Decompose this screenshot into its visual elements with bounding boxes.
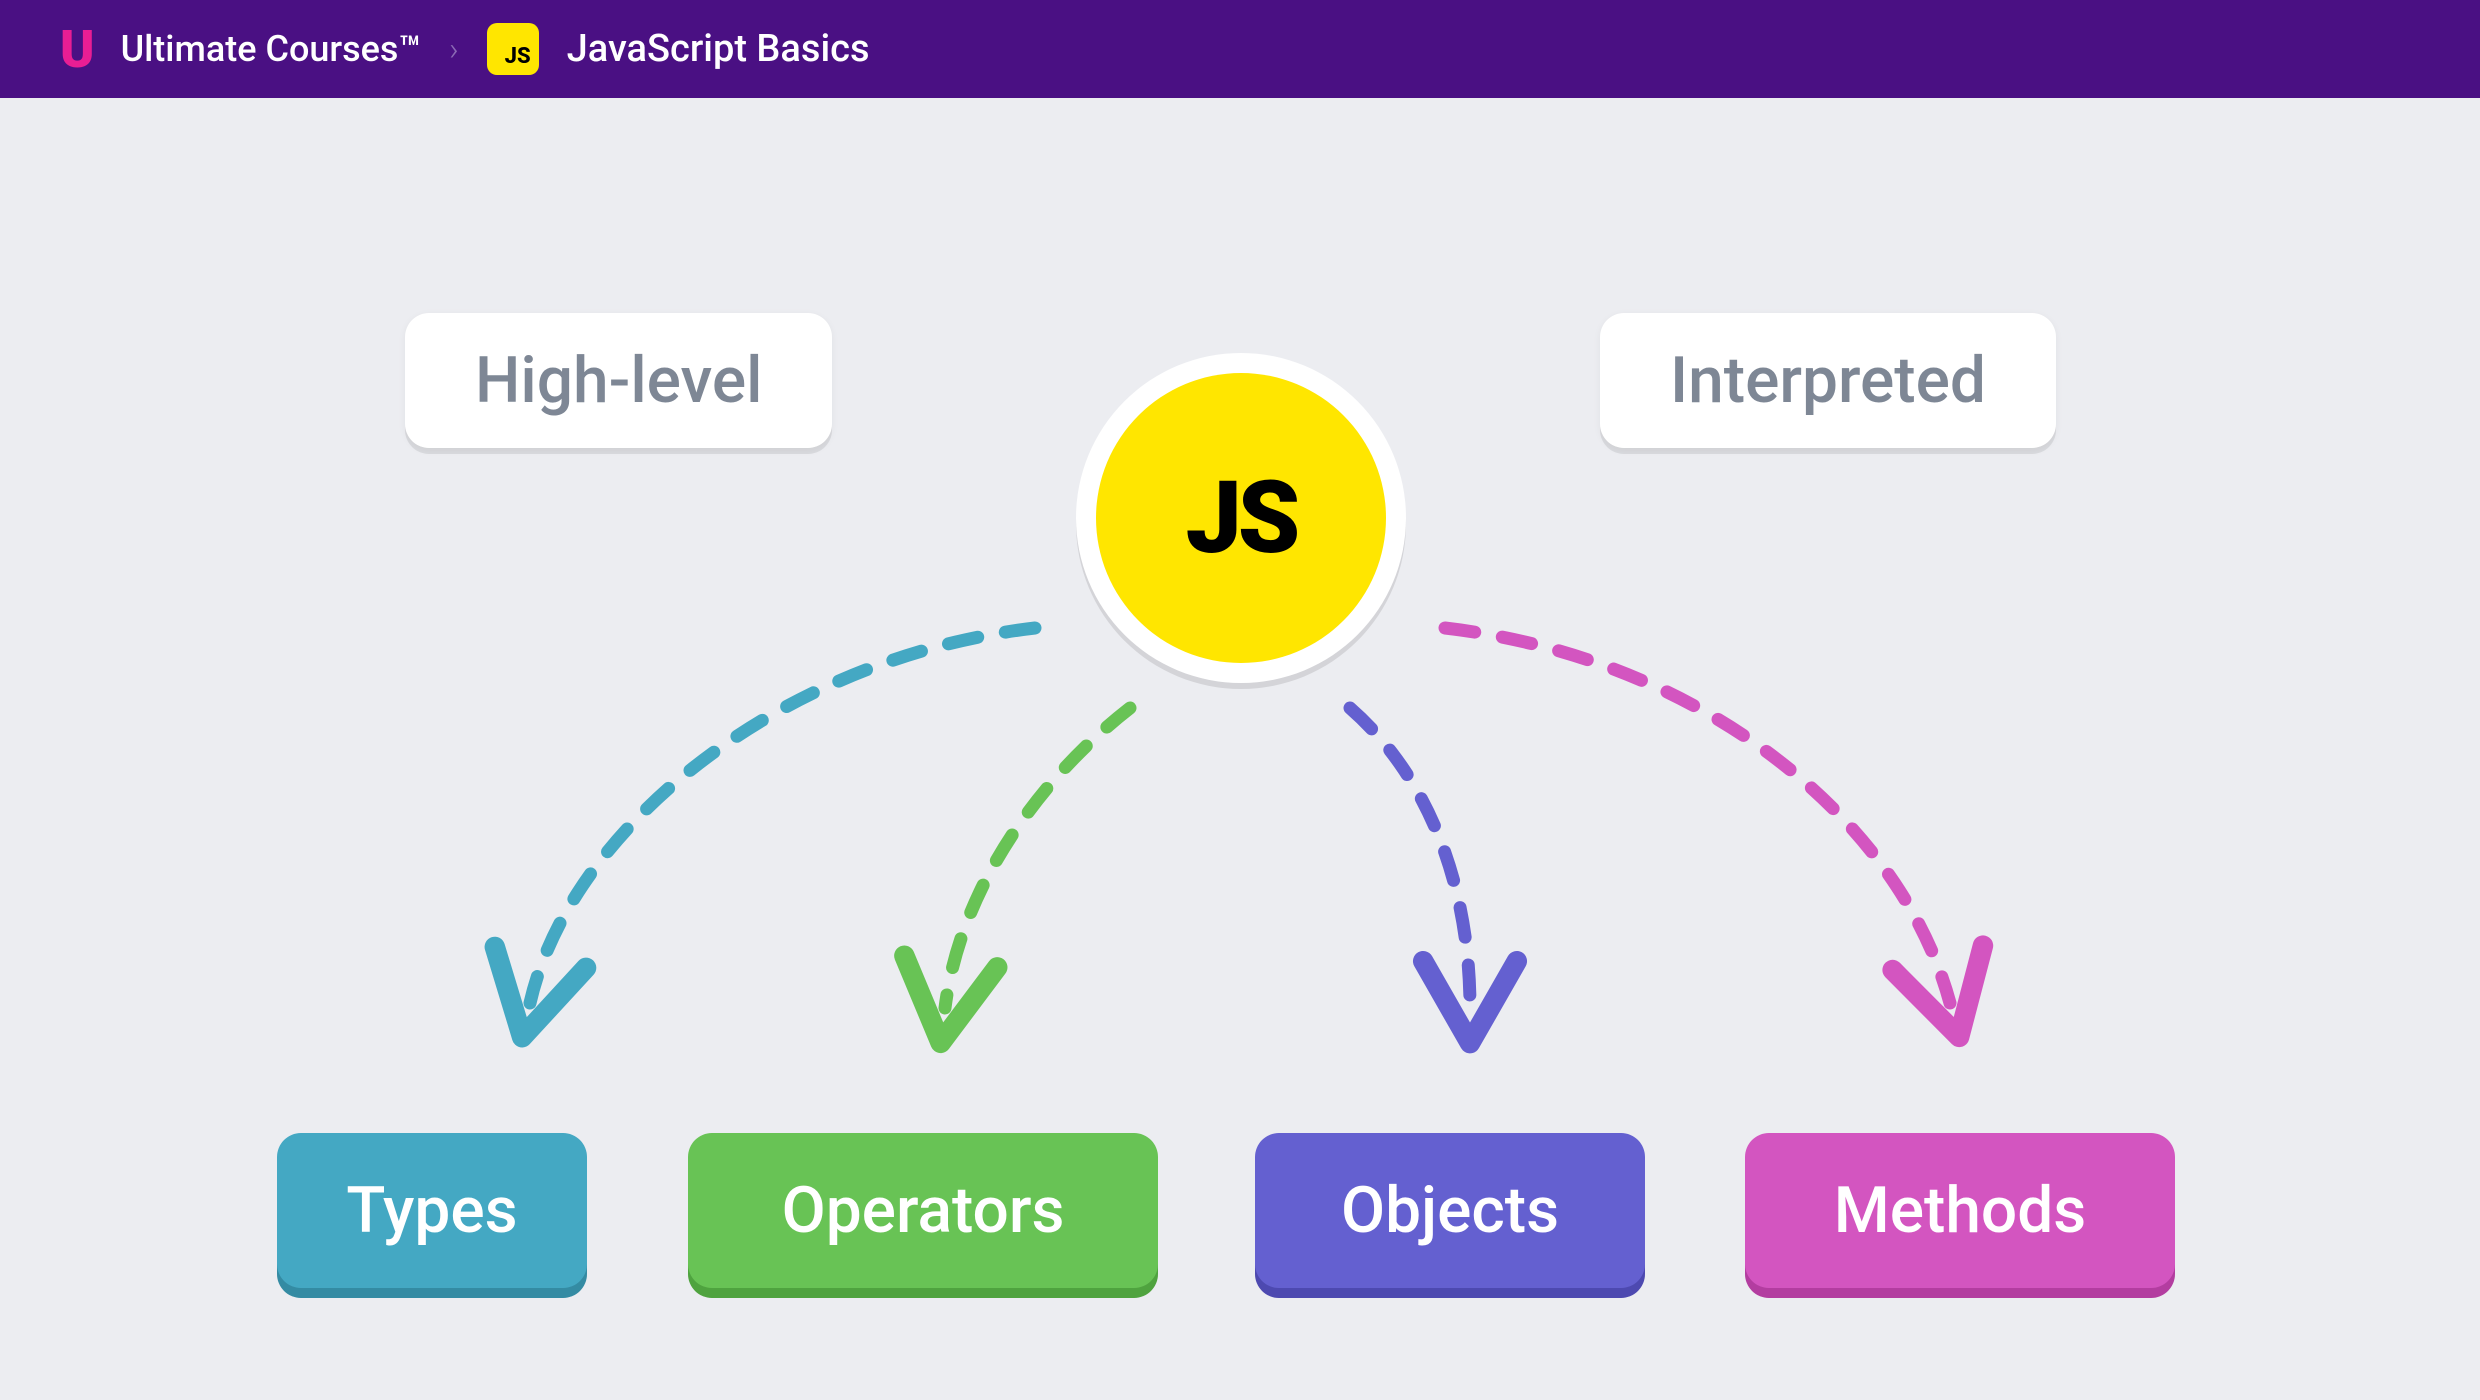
arrow-objects: [1350, 708, 1470, 1008]
concept-operators[interactable]: Operators: [688, 1133, 1158, 1288]
arrow-methods: [1445, 628, 1950, 1003]
brand-logo-icon: U: [60, 19, 93, 80]
trait-pill-interpreted: Interpreted: [1600, 313, 2056, 448]
arrow-types: [530, 628, 1035, 1003]
js-center-circle: JS: [1076, 353, 1406, 683]
diagram-canvas: High-level Interpreted JS: [0, 98, 2480, 1400]
course-title[interactable]: JavaScript Basics: [567, 27, 870, 71]
arrow-operators: [945, 708, 1130, 1008]
brand-name[interactable]: Ultimate Courses™: [121, 28, 422, 70]
concept-types[interactable]: Types: [277, 1133, 587, 1288]
js-badge-icon: JS: [487, 23, 539, 75]
header-bar: U Ultimate Courses™ › JS JavaScript Basi…: [0, 0, 2480, 98]
concept-objects[interactable]: Objects: [1255, 1133, 1645, 1288]
chevron-right-icon: ›: [449, 30, 459, 68]
trait-pill-high-level: High-level: [405, 313, 832, 448]
js-center-inner: JS: [1096, 373, 1386, 663]
concept-methods[interactable]: Methods: [1745, 1133, 2175, 1288]
js-center-label: JS: [1186, 460, 1297, 577]
